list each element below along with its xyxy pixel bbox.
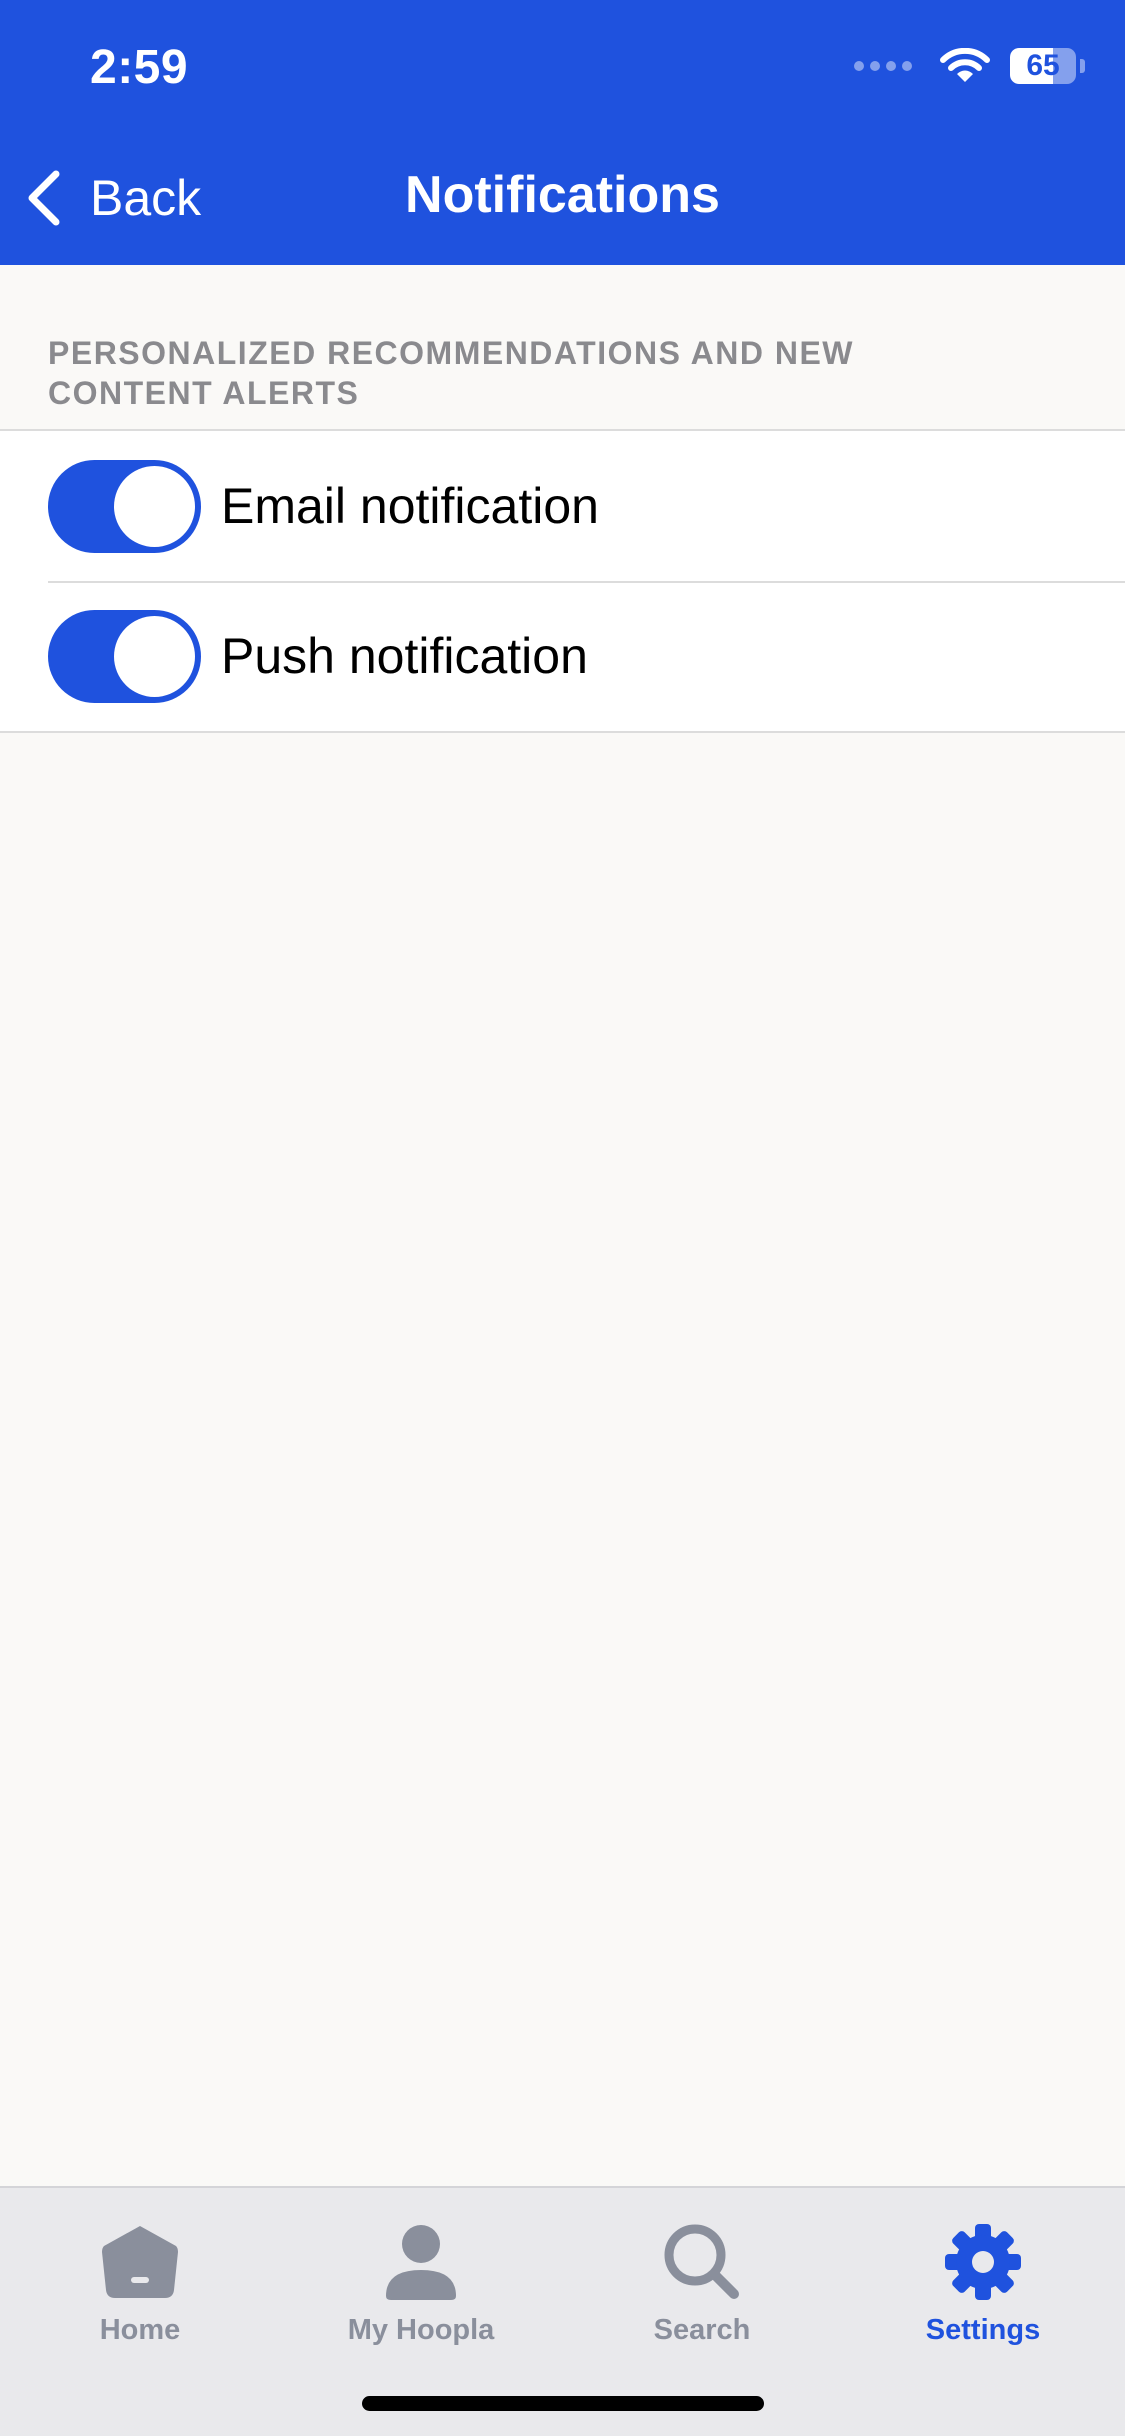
app-screen: 2:59 65 Back Notifications PERSONALIZED … [0,0,1125,2436]
home-indicator [362,2396,764,2411]
status-time: 2:59 [90,41,189,94]
email-notification-toggle[interactable] [48,459,201,553]
email-notification-label: Email notification [221,478,599,534]
tab-home-label: Home [99,2314,181,2346]
settings-group: Email notification Push notification [0,429,1125,733]
toggle-knob [114,615,195,697]
gear-icon [945,2224,1021,2300]
page-title: Notifications [405,166,720,224]
battery-nub [1080,59,1085,73]
tab-search-label: Search [653,2314,751,2346]
push-notification-label: Push notification [221,628,588,684]
email-notification-row: Email notification [0,431,1125,581]
push-notification-row: Push notification [0,581,1125,731]
toggle-knob [114,465,195,547]
wifi-icon [940,48,990,82]
section-header: PERSONALIZED RECOMMENDATIONS AND NEW CON… [48,335,854,411]
battery-icon: 65 [1010,48,1076,84]
cellular-signal-icon [854,61,918,71]
tab-home[interactable]: Home [40,2188,240,2358]
battery-level: 65 [1026,49,1060,82]
header: 2:59 65 Back Notifications [0,0,1125,265]
tab-settings-label: Settings [925,2314,1041,2346]
tab-my-hoopla[interactable]: My Hoopla [321,2188,521,2358]
search-icon [664,2224,739,2299]
person-icon [386,2225,456,2300]
push-notification-toggle[interactable] [48,609,201,703]
tab-settings[interactable]: Settings [883,2188,1083,2358]
status-indicators: 65 [854,48,1085,84]
home-icon [102,2226,178,2298]
tab-my-hoopla-label: My Hoopla [347,2314,495,2346]
tab-search[interactable]: Search [602,2188,802,2358]
